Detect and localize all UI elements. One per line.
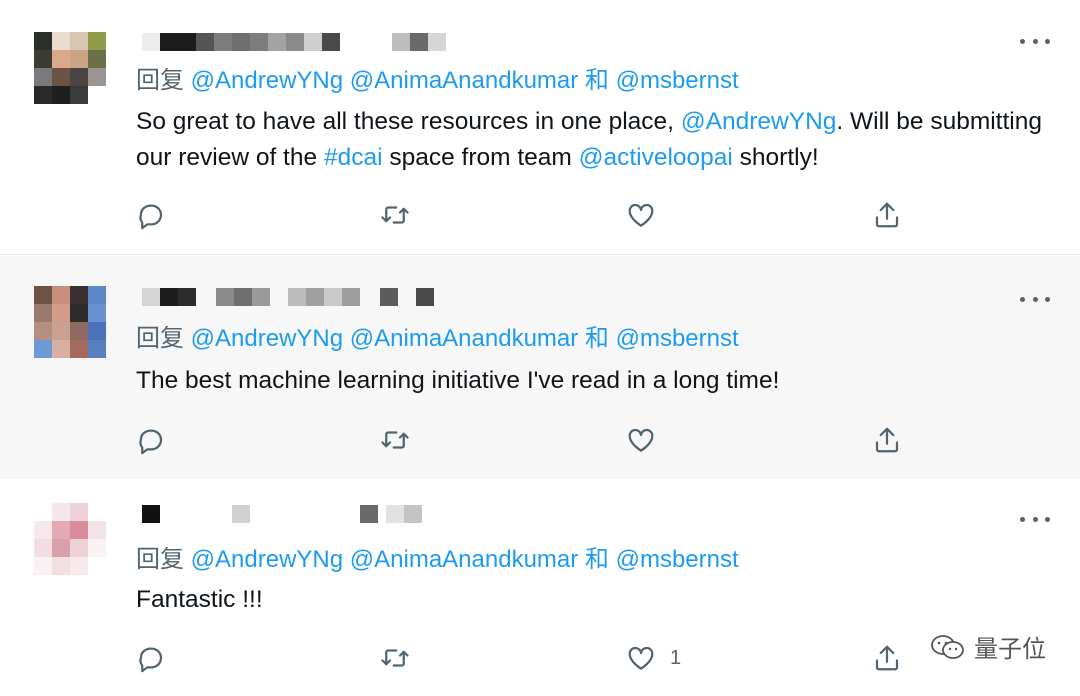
avatar[interactable] (34, 32, 106, 104)
like-button[interactable]: 1 (626, 641, 681, 675)
reply-prefix: 回复 (136, 67, 184, 94)
like-icon (628, 646, 654, 670)
more-icon[interactable] (1020, 514, 1050, 524)
hashtag-link[interactable]: #dcai (324, 144, 383, 171)
more-icon[interactable] (1020, 36, 1050, 46)
mention-link[interactable]: @activeloopai (579, 144, 733, 171)
share-icon (875, 645, 899, 671)
like-button[interactable] (626, 198, 670, 232)
share-button[interactable] (872, 423, 902, 457)
reply-button[interactable] (136, 423, 166, 457)
reply-context: 回复 @AndrewYNg @AnimaAnandkumar 和 @msbern… (136, 66, 739, 96)
avatar[interactable] (34, 286, 106, 358)
joiner-text: 和 (584, 67, 609, 94)
tweet-text: The best machine learning initiative I'v… (136, 367, 780, 394)
retweet-button[interactable] (380, 198, 410, 232)
mention-link[interactable]: @AndrewYNg (681, 108, 837, 135)
mention-link[interactable]: @AnimaAnandkumar (350, 67, 578, 94)
joiner-text: 和 (584, 546, 609, 573)
tweet-text: Fantastic !!! (136, 586, 263, 613)
watermark-label: 量子位 (974, 636, 1046, 663)
like-count: 1 (670, 646, 682, 669)
mention-link[interactable]: @AnimaAnandkumar (350, 546, 578, 573)
retweet-button[interactable] (380, 423, 410, 457)
reply-icon (139, 429, 163, 455)
action-bar (136, 423, 916, 457)
watermark: 量子位 (930, 629, 1046, 664)
action-bar: 1 (136, 641, 916, 675)
text-segment: So great to have all these resources in … (136, 108, 681, 135)
avatar[interactable] (34, 503, 106, 575)
author-name-blurred[interactable] (142, 288, 434, 306)
reply-button[interactable] (136, 198, 166, 232)
share-button[interactable] (872, 641, 902, 675)
reply-feed: 回复 @AndrewYNg @AnimaAnandkumar 和 @msbern… (0, 0, 1080, 696)
reply-prefix: 回复 (136, 546, 184, 573)
more-icon[interactable] (1020, 294, 1050, 304)
mention-link[interactable]: @AndrewYNg (191, 67, 343, 94)
author-name-blurred[interactable] (142, 33, 446, 51)
like-button[interactable] (626, 423, 670, 457)
mention-link[interactable]: @msbernst (616, 546, 739, 573)
reply-prefix: 回复 (136, 325, 184, 352)
share-icon (875, 202, 899, 228)
reply-context: 回复 @AndrewYNg @AnimaAnandkumar 和 @msbern… (136, 324, 739, 354)
reply-button[interactable] (136, 641, 166, 675)
tweet-3[interactable]: 回复 @AndrewYNg @AnimaAnandkumar 和 @msbern… (0, 479, 1080, 696)
tweet-2[interactable]: 回复 @AndrewYNg @AnimaAnandkumar 和 @msbern… (0, 254, 1080, 481)
retweet-icon (381, 206, 409, 224)
like-icon (628, 428, 654, 452)
text-segment: space from team (382, 144, 579, 171)
share-button[interactable] (872, 198, 902, 232)
tweet-1[interactable]: 回复 @AndrewYNg @AnimaAnandkumar 和 @msbern… (0, 0, 1080, 254)
reply-icon (139, 647, 163, 673)
joiner-text: 和 (584, 325, 609, 352)
retweet-icon (381, 649, 409, 667)
action-bar (136, 198, 916, 232)
wechat-icon (931, 634, 964, 659)
like-icon (628, 203, 654, 227)
reply-icon (139, 204, 163, 230)
mention-link[interactable]: @msbernst (616, 67, 739, 94)
mention-link[interactable]: @msbernst (616, 325, 739, 352)
tweet-text: So great to have all these resources in … (136, 104, 1056, 176)
text-segment: shortly! (732, 144, 819, 171)
mention-link[interactable]: @AnimaAnandkumar (350, 325, 578, 352)
retweet-button[interactable] (380, 641, 410, 675)
author-name-blurred[interactable] (142, 505, 422, 523)
reply-context: 回复 @AndrewYNg @AnimaAnandkumar 和 @msbern… (136, 545, 739, 575)
mention-link[interactable]: @AndrewYNg (191, 325, 343, 352)
mention-link[interactable]: @AndrewYNg (191, 546, 343, 573)
share-icon (875, 427, 899, 453)
retweet-icon (381, 431, 409, 449)
